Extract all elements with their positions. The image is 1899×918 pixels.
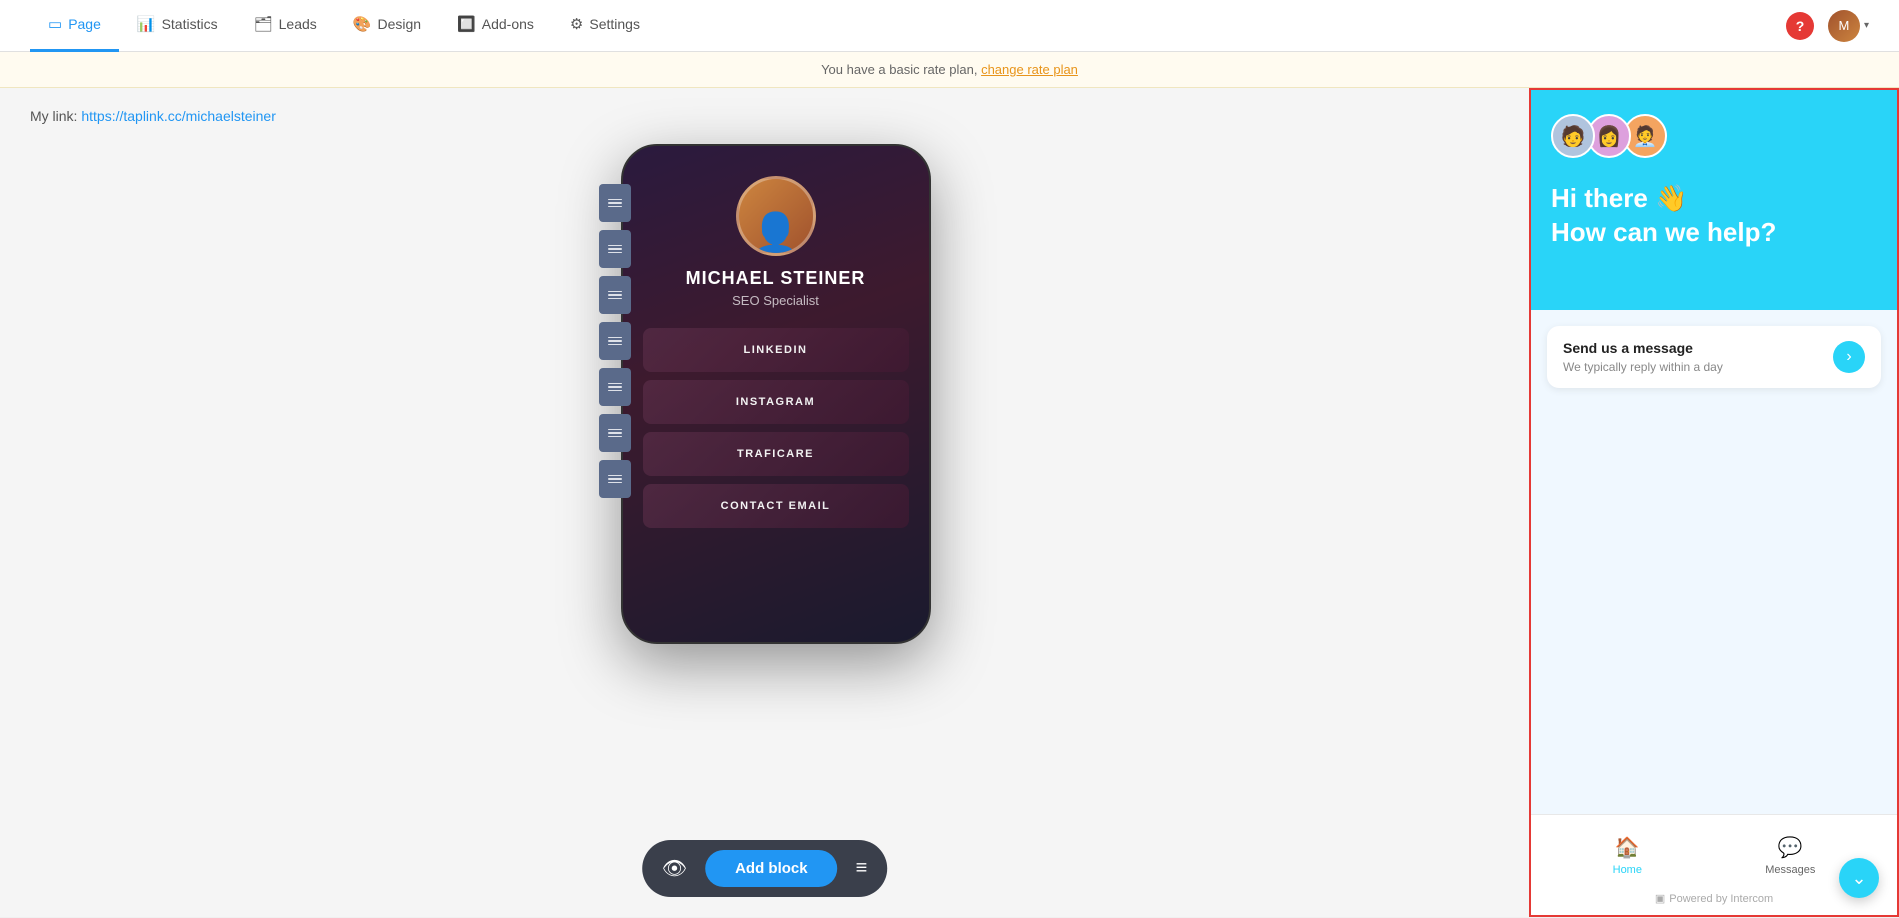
rate-plan-banner: You have a basic rate plan, change rate … bbox=[0, 52, 1899, 88]
intercom-tabs: 🏠 Home 💬 Messages bbox=[1551, 829, 1877, 882]
powered-by: ▣ Powered by Intercom bbox=[1551, 888, 1877, 905]
profile-title: SEO Specialist bbox=[732, 293, 819, 308]
settings-icon: ⚙ bbox=[570, 15, 583, 33]
my-link-url[interactable]: https://taplink.cc/michaelsteiner bbox=[81, 108, 276, 124]
block-handle-1[interactable] bbox=[599, 184, 631, 222]
leads-icon: 🗂 bbox=[254, 15, 273, 33]
ic-message-subtitle: We typically reply within a day bbox=[1563, 360, 1723, 374]
nav-item-design[interactable]: 🎨 Design bbox=[335, 0, 439, 52]
intercom-logo-icon: ▣ bbox=[1655, 892, 1665, 905]
page-icon: ▭ bbox=[48, 15, 62, 33]
intercom-message-card[interactable]: Send us a message We typically reply wit… bbox=[1547, 326, 1881, 388]
phone-btn-traficare[interactable]: TRAFICARE bbox=[643, 432, 909, 476]
phone-btn-linkedin[interactable]: LINKEDIN bbox=[643, 328, 909, 372]
user-avatar-wrapper[interactable]: M ▾ bbox=[1828, 10, 1869, 42]
messages-icon: 💬 bbox=[1778, 835, 1803, 860]
nav-item-settings[interactable]: ⚙ Settings bbox=[552, 0, 658, 52]
intercom-panel: 🧑 👩 🧑‍💼 Hi there 👋 How can we help? Send… bbox=[1529, 88, 1899, 917]
block-handle-3[interactable] bbox=[599, 276, 631, 314]
block-handle-2[interactable] bbox=[599, 230, 631, 268]
profile-name: MICHAEL STEINER bbox=[686, 268, 866, 289]
powered-by-text: Powered by Intercom bbox=[1669, 893, 1773, 905]
bottom-toolbar: 👁 Add block ≡ bbox=[642, 840, 888, 897]
greeting-line2: How can we help? bbox=[1551, 216, 1877, 250]
avatar: M bbox=[1828, 10, 1860, 42]
nav-item-leads[interactable]: 🗂 Leads bbox=[236, 0, 335, 52]
main-content: My link: https://taplink.cc/michaelstein… bbox=[0, 88, 1899, 917]
intercom-greeting: Hi there 👋 How can we help? bbox=[1551, 182, 1877, 250]
phone-mockup: MICHAEL STEINER SEO Specialist LINKEDIN … bbox=[621, 144, 931, 644]
nav-label-settings: Settings bbox=[589, 16, 640, 32]
phone-btn-contact-email[interactable]: CONTACT EMAIL bbox=[643, 484, 909, 528]
intercom-footer: 🏠 Home 💬 Messages ▣ Powered by Intercom bbox=[1531, 814, 1897, 915]
home-tab-label: Home bbox=[1613, 864, 1642, 876]
intercom-header: 🧑 👩 🧑‍💼 Hi there 👋 How can we help? bbox=[1531, 90, 1897, 310]
nav-item-page[interactable]: ▭ Page bbox=[30, 0, 119, 52]
add-block-button[interactable]: Add block bbox=[705, 850, 838, 887]
addons-icon: 🔲 bbox=[457, 15, 476, 33]
help-icon[interactable]: ? bbox=[1786, 12, 1814, 40]
my-link-label: My link: bbox=[30, 108, 77, 124]
block-handle-7[interactable] bbox=[599, 460, 631, 498]
intercom-avatars: 🧑 👩 🧑‍💼 bbox=[1551, 114, 1877, 158]
profile-avatar bbox=[736, 176, 816, 256]
design-icon: 🎨 bbox=[353, 15, 372, 33]
intercom-body: Send us a message We typically reply wit… bbox=[1531, 310, 1897, 814]
float-down-button[interactable]: ⌄ bbox=[1839, 858, 1879, 898]
ic-avatar-1: 🧑 bbox=[1551, 114, 1595, 158]
change-rate-plan-link[interactable]: change rate plan bbox=[981, 62, 1078, 77]
banner-text: You have a basic rate plan, bbox=[821, 62, 977, 77]
my-link: My link: https://taplink.cc/michaelstein… bbox=[30, 108, 1499, 124]
intercom-tab-messages[interactable]: 💬 Messages bbox=[1745, 829, 1835, 882]
messages-tab-label: Messages bbox=[1765, 864, 1815, 876]
nav-label-statistics: Statistics bbox=[162, 16, 218, 32]
ic-message-title: Send us a message bbox=[1563, 340, 1723, 356]
phone-wrapper: MICHAEL STEINER SEO Specialist LINKEDIN … bbox=[30, 144, 1499, 644]
page-area: My link: https://taplink.cc/michaelstein… bbox=[0, 88, 1529, 917]
block-handle-4[interactable] bbox=[599, 322, 631, 360]
block-handle-5[interactable] bbox=[599, 368, 631, 406]
preview-button[interactable]: 👁 bbox=[654, 848, 695, 889]
phone-buttons: LINKEDIN INSTAGRAM TRAFICARE CONTACT EMA… bbox=[623, 328, 929, 528]
phone-profile: MICHAEL STEINER SEO Specialist bbox=[623, 146, 929, 328]
statistics-icon: 📊 bbox=[137, 15, 156, 33]
chevron-down-icon: ▾ bbox=[1864, 20, 1869, 31]
nav-label-leads: Leads bbox=[279, 16, 317, 32]
nav-items: ▭ Page 📊 Statistics 🗂 Leads 🎨 Design 🔲 A… bbox=[30, 0, 658, 52]
nav-item-statistics[interactable]: 📊 Statistics bbox=[119, 0, 236, 52]
block-handles bbox=[599, 184, 631, 498]
ic-send-button[interactable]: › bbox=[1833, 341, 1865, 373]
nav-label-design: Design bbox=[377, 16, 421, 32]
nav-item-addons[interactable]: 🔲 Add-ons bbox=[439, 0, 552, 52]
phone-btn-instagram[interactable]: INSTAGRAM bbox=[643, 380, 909, 424]
home-icon: 🏠 bbox=[1615, 835, 1640, 860]
block-handle-6[interactable] bbox=[599, 414, 631, 452]
intercom-tab-home[interactable]: 🏠 Home bbox=[1593, 829, 1662, 882]
greeting-line1: Hi there 👋 bbox=[1551, 182, 1877, 216]
nav-label-addons: Add-ons bbox=[482, 16, 534, 32]
toolbar-settings-button[interactable]: ≡ bbox=[848, 849, 876, 888]
nav-right: ? M ▾ bbox=[1786, 10, 1869, 42]
ic-message-text: Send us a message We typically reply wit… bbox=[1563, 340, 1723, 374]
top-navigation: ▭ Page 📊 Statistics 🗂 Leads 🎨 Design 🔲 A… bbox=[0, 0, 1899, 52]
nav-label-page: Page bbox=[68, 16, 101, 32]
